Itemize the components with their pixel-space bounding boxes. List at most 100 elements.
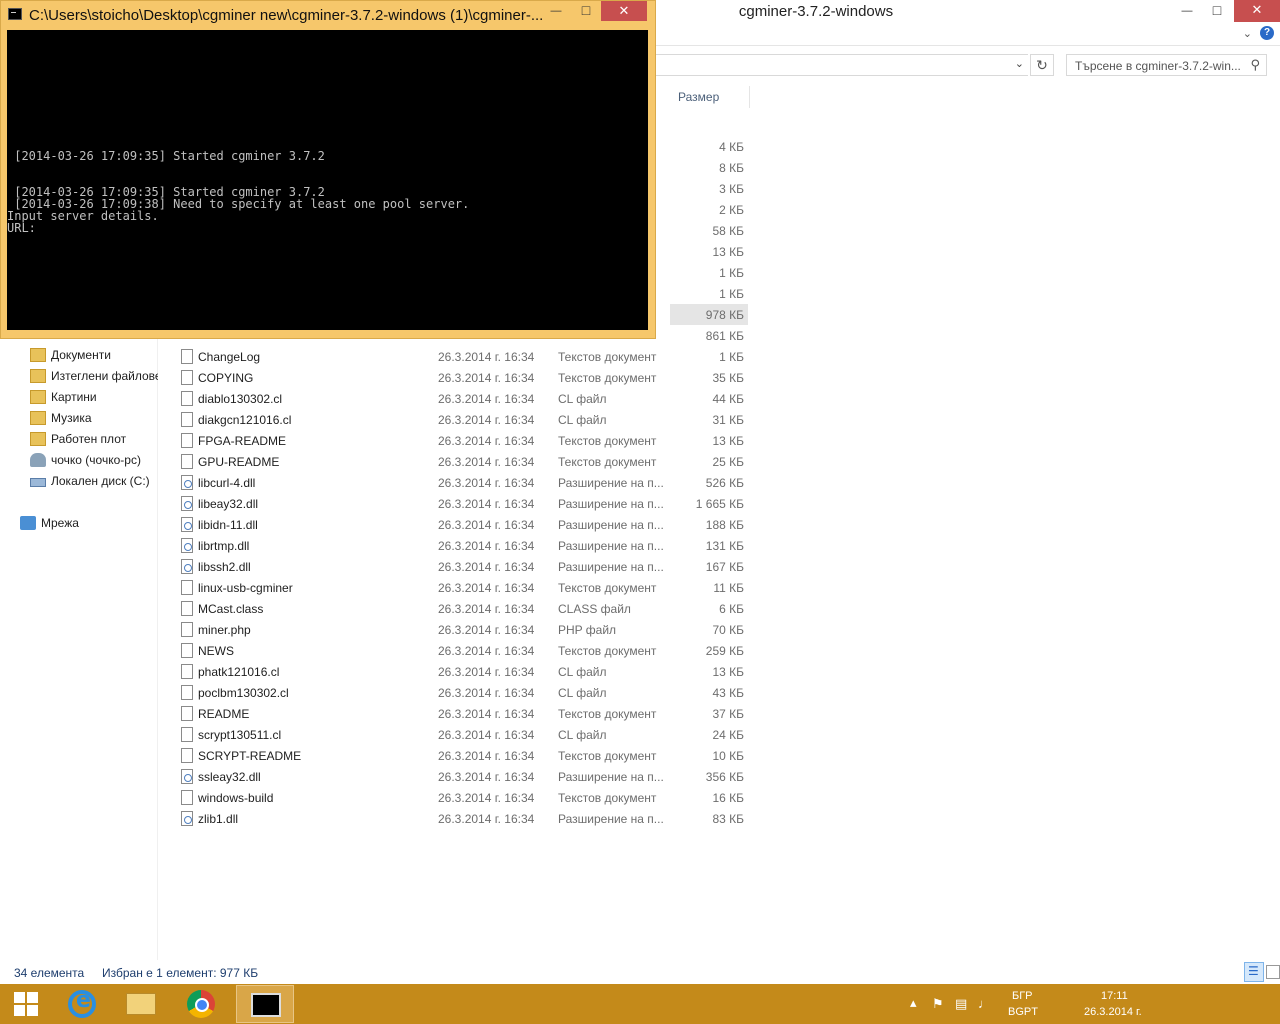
- start-button[interactable]: [0, 984, 52, 1024]
- file-date: 26.3.2014 г. 16:34: [438, 770, 535, 784]
- column-header-size[interactable]: Размер: [670, 86, 750, 108]
- nav-item[interactable]: Картини: [30, 387, 158, 408]
- nav-item[interactable]: Документи: [30, 345, 158, 366]
- search-input[interactable]: Търсене в cgminer-3.7.2-win... ⚲: [1066, 54, 1267, 76]
- dll-file-icon: [181, 475, 193, 490]
- document-file-icon: [181, 748, 193, 763]
- windows-logo-icon: [14, 1005, 25, 1016]
- network-icon[interactable]: ▤: [955, 996, 967, 1012]
- file-type: Разширение на п...: [558, 770, 664, 784]
- document-file-icon: [181, 664, 193, 679]
- windows-logo-icon: [14, 992, 25, 1003]
- file-name: zlib1.dll: [198, 812, 239, 826]
- nav-item[interactable]: Изтеглени файлове: [30, 366, 158, 387]
- search-placeholder: Търсене в cgminer-3.7.2-win...: [1075, 59, 1241, 73]
- file-date: 26.3.2014 г. 16:34: [438, 371, 535, 385]
- file-type: Разширение на п...: [558, 497, 664, 511]
- file-date: 26.3.2014 г. 16:34: [438, 749, 535, 763]
- cmd-close-button[interactable]: [601, 1, 647, 21]
- nav-item-label: чочко (чочко-pc): [51, 453, 141, 467]
- internet-explorer-icon: [68, 988, 96, 1018]
- clock-time[interactable]: 17:11: [1101, 990, 1128, 1002]
- file-name: windows-build: [198, 791, 274, 805]
- details-view-button[interactable]: [1244, 962, 1264, 982]
- file-date: 26.3.2014 г. 16:34: [438, 728, 535, 742]
- taskbar-cmd[interactable]: [236, 985, 294, 1023]
- cmd-titlebar[interactable]: C:\Users\stoicho\Desktop\cgminer new\cgm…: [1, 1, 655, 28]
- flag-icon[interactable]: ⚑: [932, 996, 944, 1012]
- file-date: 26.3.2014 г. 16:34: [438, 497, 535, 511]
- chevron-down-icon[interactable]: ⌄: [1015, 57, 1024, 70]
- user-icon: [30, 453, 46, 467]
- windows-logo-icon: [27, 1005, 38, 1016]
- explorer-close-button[interactable]: [1234, 0, 1280, 22]
- navigation-pane: Документи Изтеглени файлове Картини Музика Р…: [0, 336, 158, 960]
- file-size: 8 КБ: [719, 161, 744, 175]
- document-file-icon: [181, 643, 193, 658]
- file-type: Разширение на п...: [558, 560, 664, 574]
- file-date: 26.3.2014 г. 16:34: [438, 602, 535, 616]
- nav-item-label: Локален диск (C:): [51, 474, 150, 488]
- windows-logo-icon: [27, 992, 38, 1003]
- cmd-maximize-button[interactable]: [571, 1, 601, 21]
- cmd-window: C:\Users\stoicho\Desktop\cgminer new\cgm…: [0, 0, 656, 339]
- speaker-icon[interactable]: ♩: [978, 996, 991, 1011]
- file-size: 4 КБ: [719, 140, 744, 154]
- console-output[interactable]: [2014-03-26 17:09:35] Started cgminer 3.…: [7, 30, 648, 330]
- drive-icon: [30, 478, 46, 487]
- file-date: 26.3.2014 г. 16:34: [438, 623, 535, 637]
- clock-date[interactable]: 26.3.2014 г.: [1084, 1006, 1142, 1018]
- nav-item[interactable]: Мрежа: [20, 513, 148, 534]
- nav-item[interactable]: чочко (чочко-pc): [30, 450, 158, 471]
- show-hidden-icons-chevron-icon[interactable]: ▴: [910, 995, 917, 1011]
- document-file-icon: [181, 349, 193, 364]
- file-name: ChangeLog: [198, 350, 261, 364]
- nav-item[interactable]: Музика: [30, 408, 158, 429]
- dll-file-icon: [181, 769, 193, 784]
- file-date: 26.3.2014 г. 16:34: [438, 455, 535, 469]
- file-type: Текстов документ: [558, 791, 657, 805]
- file-type: CL файл: [558, 728, 607, 742]
- file-name: SCRYPT-README: [198, 749, 302, 763]
- explorer-maximize-button[interactable]: [1202, 0, 1232, 22]
- file-name: NEWS: [198, 644, 234, 658]
- tiles-view-button[interactable]: [1266, 965, 1280, 979]
- file-type: Текстов документ: [558, 644, 657, 658]
- file-size: 1 КБ: [719, 287, 744, 301]
- file-name: README: [198, 707, 250, 721]
- file-type: Текстов документ: [558, 371, 657, 385]
- cmd-minimize-button[interactable]: [541, 1, 571, 21]
- file-size: 167 КБ: [705, 560, 744, 574]
- file-type: CLASS файл: [558, 602, 631, 616]
- dll-file-icon: [181, 559, 193, 574]
- explorer-minimize-button[interactable]: [1172, 0, 1202, 22]
- file-size: 6 КБ: [719, 602, 744, 616]
- nav-item[interactable]: Работен плот: [30, 429, 158, 450]
- keyboard-layout[interactable]: BGPT: [1008, 1006, 1038, 1018]
- console-app-icon[interactable]: [8, 8, 22, 20]
- address-bar[interactable]: ⌄: [655, 54, 1028, 76]
- file-date: 26.3.2014 г. 16:34: [438, 476, 535, 490]
- search-icon: ⚲: [1250, 57, 1260, 72]
- refresh-button[interactable]: ↻: [1030, 54, 1054, 76]
- file-name: diakgcn121016.cl: [198, 413, 292, 427]
- input-language[interactable]: БГР: [1012, 990, 1033, 1002]
- file-date: 26.3.2014 г. 16:34: [438, 707, 535, 721]
- taskbar-internet-explorer[interactable]: [52, 985, 110, 1023]
- file-name: libssh2.dll: [198, 560, 251, 574]
- document-file-icon: [181, 412, 193, 427]
- file-size: 13 КБ: [712, 245, 744, 259]
- ribbon-expand-chevron-icon[interactable]: ⌄: [1243, 27, 1252, 40]
- help-icon[interactable]: ?: [1260, 26, 1274, 40]
- file-size: 83 КБ: [712, 812, 744, 826]
- file-type: Текстов документ: [558, 581, 657, 595]
- file-name: FPGA-README: [198, 434, 287, 448]
- status-selection: Избран е 1 елемент: 977 КБ: [102, 966, 259, 980]
- file-size: 1 КБ: [719, 266, 744, 280]
- file-type: Разширение на п...: [558, 518, 664, 532]
- nav-item[interactable]: Локален диск (C:): [30, 471, 158, 492]
- nav-item-label: Музика: [51, 411, 92, 425]
- file-size: 35 КБ: [712, 371, 744, 385]
- taskbar-chrome[interactable]: [172, 985, 230, 1023]
- taskbar-file-explorer[interactable]: [112, 985, 170, 1023]
